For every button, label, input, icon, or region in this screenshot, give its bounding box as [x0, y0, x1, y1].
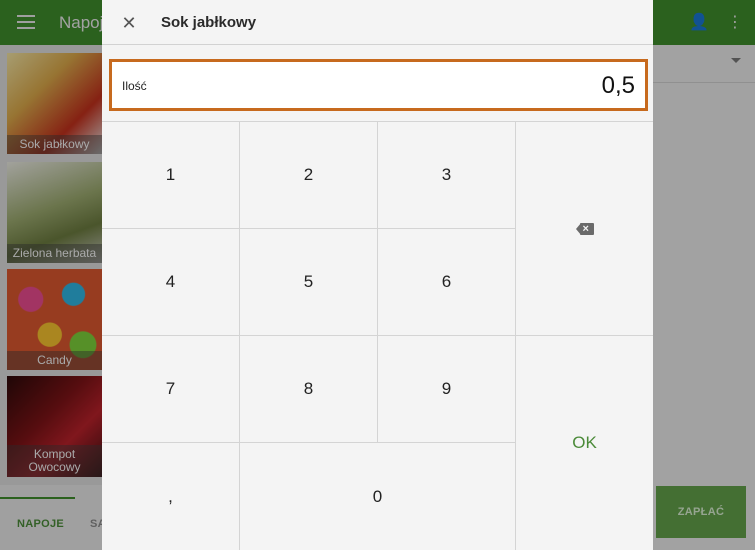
key-comma[interactable]: , [102, 443, 240, 550]
key-7[interactable]: 7 [102, 336, 240, 443]
key-5[interactable]: 5 [240, 229, 378, 336]
backspace-icon: × [575, 222, 594, 235]
quantity-dialog: ✕ Sok jabłkowy Ilość 0,5 1 2 3 4 5 6 7 8… [102, 0, 653, 550]
dialog-title: Sok jabłkowy [161, 14, 257, 31]
quantity-field[interactable]: Ilość 0,5 [109, 59, 648, 111]
key-1[interactable]: 1 [102, 122, 240, 229]
key-8[interactable]: 8 [240, 336, 378, 443]
key-0[interactable]: 0 [240, 443, 516, 550]
quantity-label: Ilość [122, 79, 147, 93]
key-4[interactable]: 4 [102, 229, 240, 336]
key-9[interactable]: 9 [378, 336, 516, 443]
dialog-header: ✕ Sok jabłkowy [102, 0, 653, 45]
numeric-keypad: 1 2 3 4 5 6 7 8 9 , 0 × OK [102, 122, 653, 550]
key-6[interactable]: 6 [378, 229, 516, 336]
ok-button[interactable]: OK [516, 336, 653, 550]
key-3[interactable]: 3 [378, 122, 516, 229]
key-2[interactable]: 2 [240, 122, 378, 229]
backspace-button[interactable]: × [516, 122, 653, 336]
close-icon[interactable]: ✕ [118, 12, 140, 34]
quantity-value: 0,5 [601, 72, 635, 99]
